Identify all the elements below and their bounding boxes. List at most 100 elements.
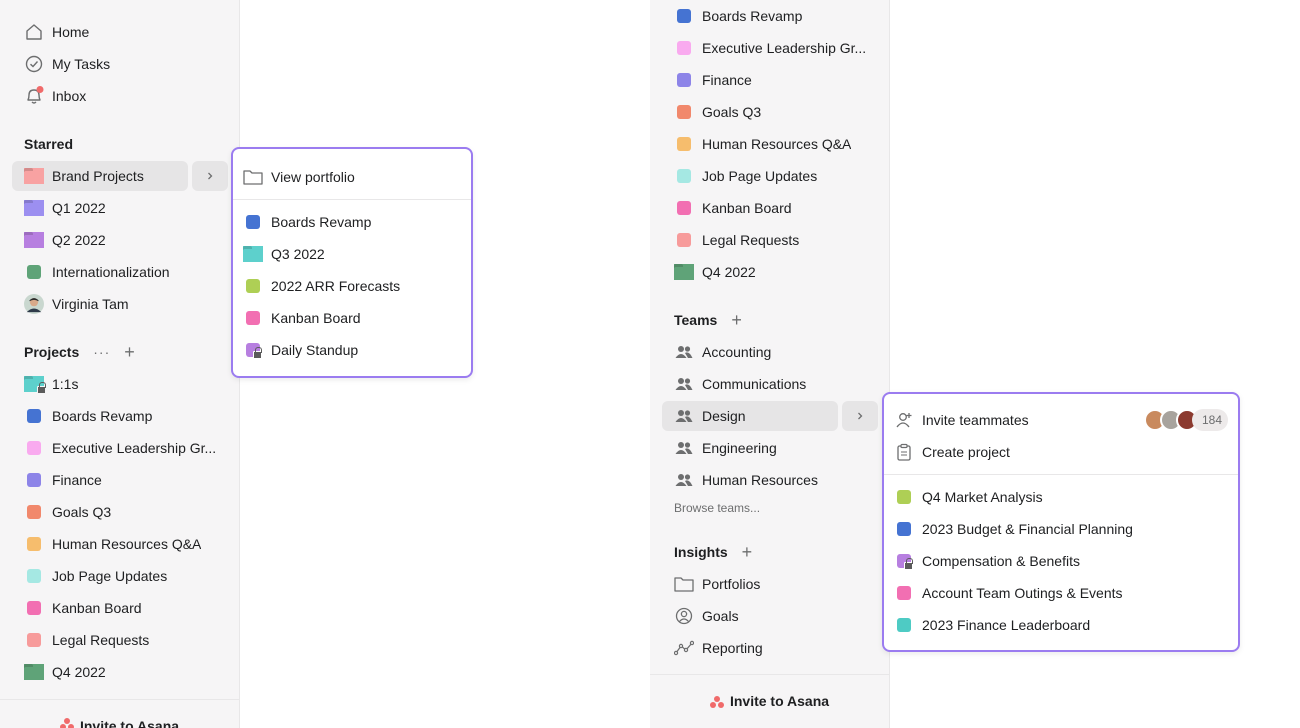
starred-label: Internationalization: [52, 264, 170, 280]
add-insight-icon[interactable]: +: [742, 543, 753, 561]
more-options-icon[interactable]: ···: [93, 345, 110, 359]
clipboard-icon: [894, 442, 914, 462]
starred-virginia-tam[interactable]: Virginia Tam: [12, 289, 226, 319]
invite-label: Invite to Asana: [729, 693, 830, 709]
team-item-engineering[interactable]: Engineering: [662, 433, 876, 463]
expand-chevron-button[interactable]: [192, 161, 228, 191]
starred-q1-2022[interactable]: Q1 2022: [12, 193, 226, 223]
team-project-item[interactable]: Compensation & Benefits: [894, 546, 1080, 576]
nav-home[interactable]: Home: [12, 17, 226, 47]
project-item[interactable]: Job Page Updates: [662, 161, 876, 191]
member-avatars[interactable]: 184: [1143, 409, 1228, 431]
project-square-icon: [24, 262, 44, 282]
project-item[interactable]: Job Page Updates: [12, 561, 226, 591]
starred-label: Q2 2022: [52, 232, 106, 248]
starred-internationalization[interactable]: Internationalization: [12, 257, 226, 287]
project-label: Goals Q3: [52, 504, 112, 520]
invite-to-asana-button[interactable]: Invite to Asana: [0, 699, 239, 728]
folder-outline-icon: [674, 574, 694, 594]
add-project-icon[interactable]: +: [124, 343, 135, 361]
browse-teams-link[interactable]: Browse teams...: [674, 501, 760, 515]
project-label: Q4 2022: [52, 664, 106, 680]
project-item[interactable]: Finance: [662, 65, 876, 95]
view-portfolio-item[interactable]: View portfolio: [243, 162, 355, 192]
project-item[interactable]: Executive Leadership Gr...: [662, 33, 876, 63]
project-item[interactable]: Legal Requests: [662, 225, 876, 255]
project-label: Kanban Board: [702, 200, 792, 216]
expand-chevron-button[interactable]: [842, 401, 878, 431]
project-item[interactable]: Kanban Board: [12, 593, 226, 623]
starred-label: Virginia Tam: [52, 296, 129, 312]
portfolio-item[interactable]: 2022 ARR Forecasts: [243, 271, 400, 301]
folder-lock-icon: [24, 374, 46, 394]
team-project-label: Q4 Market Analysis: [922, 489, 1043, 505]
project-square-icon: [894, 615, 914, 635]
team-project-item[interactable]: Q4 Market Analysis: [894, 482, 1043, 512]
project-item[interactable]: Human Resources Q&A: [662, 129, 876, 159]
nav-label: Home: [52, 24, 90, 40]
project-square-icon: [24, 470, 44, 490]
project-item[interactable]: Executive Leadership Gr...: [12, 433, 226, 463]
project-item[interactable]: Kanban Board: [662, 193, 876, 223]
insight-item-goals[interactable]: Goals: [662, 601, 876, 631]
starred-q2-2022[interactable]: Q2 2022: [12, 225, 226, 255]
invite-to-asana-button[interactable]: Invite to Asana: [650, 674, 889, 728]
project-item[interactable]: Goals Q3: [662, 97, 876, 127]
project-square-icon: [24, 406, 44, 426]
invite-teammates-item[interactable]: Invite teammates: [894, 405, 1029, 435]
team-item-accounting[interactable]: Accounting: [662, 337, 876, 367]
team-item-human-resources[interactable]: Human Resources: [662, 465, 876, 495]
insight-item-portfolios[interactable]: Portfolios: [662, 569, 876, 599]
line-chart-icon: [674, 638, 694, 658]
insight-label: Reporting: [702, 640, 763, 656]
team-icon: [674, 374, 694, 394]
nav-label: My Tasks: [52, 56, 111, 72]
insight-item-reporting[interactable]: Reporting: [662, 633, 876, 663]
portfolio-item-label: Q3 2022: [271, 246, 325, 262]
starred-label: Q1 2022: [52, 200, 106, 216]
invite-teammates-label: Invite teammates: [922, 412, 1029, 428]
project-square-icon: [243, 276, 263, 296]
project-label: Boards Revamp: [52, 408, 153, 424]
view-portfolio-label: View portfolio: [271, 169, 355, 185]
project-square-icon: [674, 230, 694, 250]
project-item[interactable]: 1:1s: [12, 369, 226, 399]
portfolio-item[interactable]: Kanban Board: [243, 303, 361, 333]
add-person-icon: [894, 410, 914, 430]
project-square-icon: [674, 70, 694, 90]
nav-my-tasks[interactable]: My Tasks: [12, 49, 226, 79]
team-label: Accounting: [702, 344, 772, 360]
project-label: Finance: [52, 472, 102, 488]
team-item-communications[interactable]: Communications: [662, 369, 876, 399]
team-project-item[interactable]: Account Team Outings & Events: [894, 578, 1123, 608]
portfolio-item[interactable]: Daily Standup: [243, 335, 358, 365]
project-item[interactable]: Legal Requests: [12, 625, 226, 655]
project-square-icon: [674, 198, 694, 218]
project-lock-icon: [243, 340, 263, 360]
project-label: Executive Leadership Gr...: [52, 440, 217, 456]
project-item[interactable]: Q4 2022: [662, 257, 876, 287]
starred-header: Starred: [24, 136, 73, 152]
project-label: Human Resources Q&A: [52, 536, 202, 552]
portfolio-item[interactable]: Boards Revamp: [243, 207, 371, 237]
add-team-icon[interactable]: +: [731, 311, 742, 329]
project-label: Boards Revamp: [702, 8, 803, 24]
team-icon: [674, 406, 694, 426]
project-item[interactable]: Human Resources Q&A: [12, 529, 226, 559]
project-item[interactable]: Finance: [12, 465, 226, 495]
team-item-design[interactable]: Design: [662, 401, 838, 431]
project-item[interactable]: Boards Revamp: [662, 1, 876, 31]
nav-inbox[interactable]: Inbox: [12, 81, 226, 111]
insights-title: Insights: [674, 544, 728, 560]
starred-brand-projects[interactable]: Brand Projects: [12, 161, 188, 191]
create-project-item[interactable]: Create project: [894, 437, 1010, 467]
team-project-item[interactable]: 2023 Finance Leaderboard: [894, 610, 1090, 640]
project-item[interactable]: Goals Q3: [12, 497, 226, 527]
portfolio-item[interactable]: Q3 2022: [243, 239, 325, 269]
project-item[interactable]: Boards Revamp: [12, 401, 226, 431]
project-item[interactable]: Q4 2022: [12, 657, 226, 687]
team-project-item[interactable]: 2023 Budget & Financial Planning: [894, 514, 1133, 544]
folder-icon: [24, 230, 44, 250]
folder-icon: [24, 166, 44, 186]
project-square-icon: [674, 134, 694, 154]
